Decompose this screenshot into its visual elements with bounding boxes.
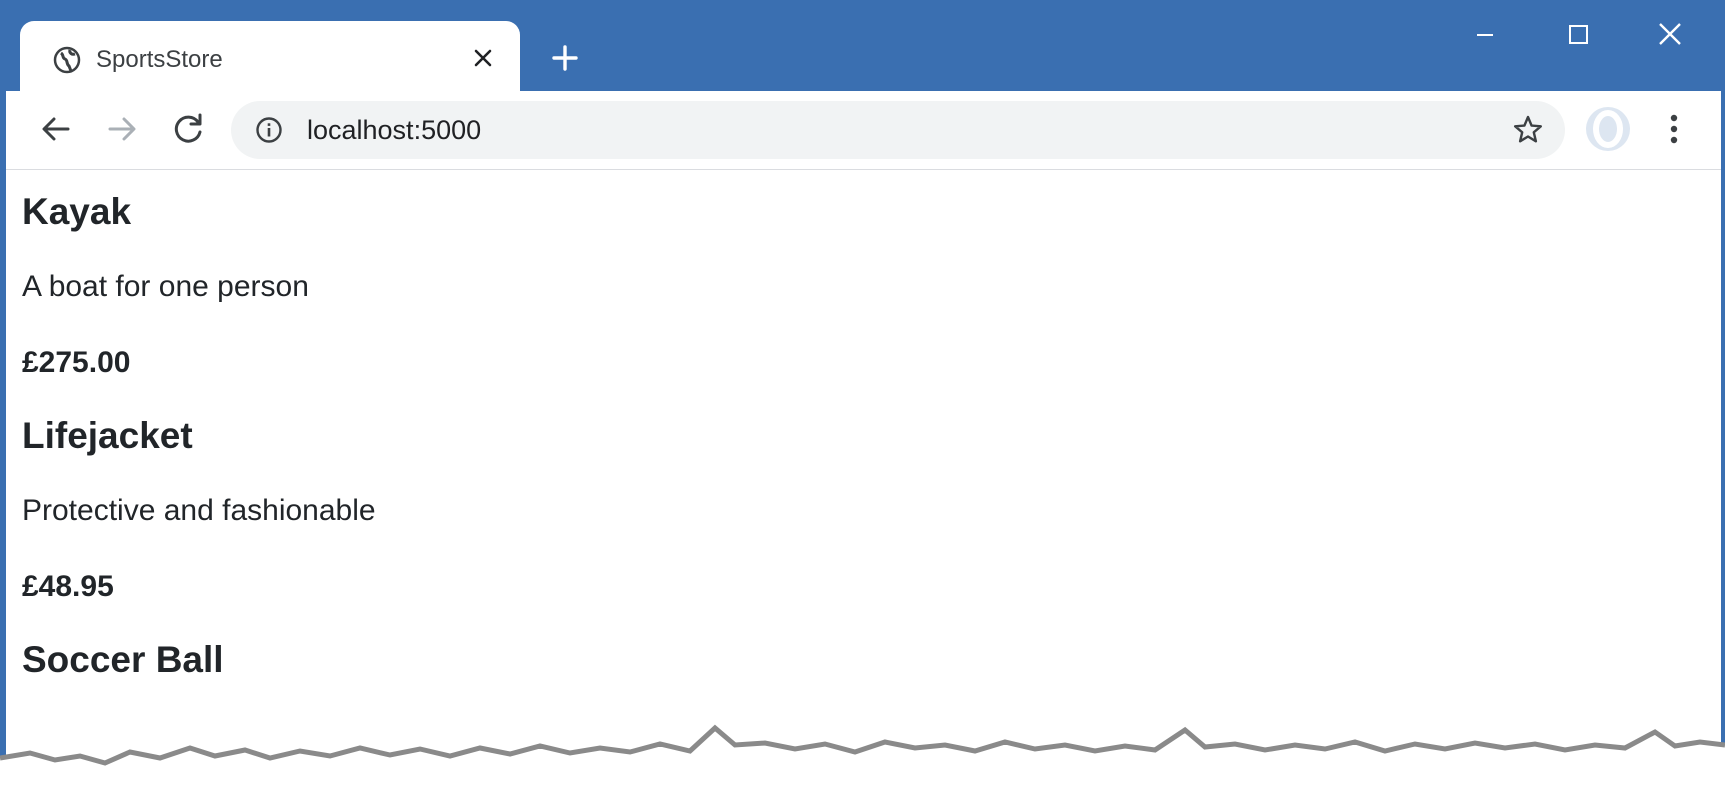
toolbar: localhost:5000 [6,91,1721,170]
product-kayak: Kayak A boat for one person £275.00 [22,190,309,379]
avatar-icon[interactable] [1584,105,1632,153]
product-description: Protective and fashionable [22,494,376,527]
kebab-menu-icon[interactable] [1656,107,1692,151]
torn-edge [0,724,1725,804]
tab-title: SportsStore [96,46,223,73]
product-name: Kayak [22,191,132,232]
product-name: Lifejacket [22,415,193,456]
arrow-right-icon[interactable] [100,107,144,151]
info-icon[interactable] [255,116,283,144]
maximize-icon[interactable] [1548,14,1608,56]
globe-icon [53,46,81,74]
product-lifejacket: Lifejacket Protective and fashionable £4… [22,414,376,603]
reload-icon[interactable] [166,107,210,151]
window-frame-right [1721,91,1725,791]
product-description: A boat for one person [22,270,309,303]
window-close-icon[interactable] [1640,14,1700,56]
star-icon[interactable] [1511,113,1545,147]
address-bar[interactable]: localhost:5000 [231,101,1565,159]
product-price: £48.95 [22,570,114,603]
close-icon[interactable] [464,39,502,77]
title-bar: SportsStore [0,0,1725,93]
browser-window: SportsStore localhost:5000 Kayak A boat … [0,0,1725,804]
product-price: £275.00 [22,346,131,379]
plus-icon[interactable] [545,38,585,78]
product-soccer-ball: Soccer Ball [22,638,224,682]
page-content: Kayak A boat for one person £275.00 Life… [6,170,1721,790]
tab-sportsstore[interactable]: SportsStore [20,21,520,93]
url-text: localhost:5000 [307,115,482,145]
product-name: Soccer Ball [22,639,224,680]
minimize-icon[interactable] [1455,14,1515,56]
arrow-left-icon[interactable] [34,107,78,151]
